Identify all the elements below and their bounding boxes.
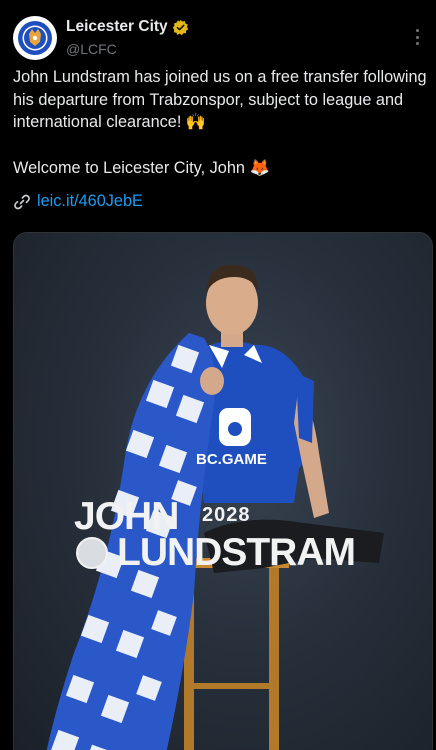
club-crest-icon (76, 537, 108, 569)
post-paragraph-2: Welcome to Leicester City, John 🦊 (13, 158, 270, 177)
verified-badge-icon[interactable] (172, 19, 189, 36)
graphic-last-name: LUNDSTRAM (117, 531, 356, 574)
handle[interactable]: @LCFC (66, 41, 117, 57)
display-name[interactable]: Leicester City (66, 18, 168, 36)
link-icon (13, 193, 31, 211)
leicester-city-crest-icon (16, 19, 54, 57)
post-image[interactable]: BC.GAME JOHN 2028 LUNDSTRAM (13, 232, 433, 750)
post: Leicester City @LCFC John Lundstram has … (0, 0, 436, 750)
shirt-sponsor: BC.GAME (196, 451, 267, 468)
post-link[interactable]: leic.it/460JebE (13, 192, 143, 211)
graphic-year: 2028 (202, 504, 251, 526)
player-photo (46, 264, 384, 750)
avatar[interactable] (13, 16, 57, 60)
stool-rung (189, 683, 274, 689)
link-text[interactable]: leic.it/460JebE (37, 192, 143, 211)
stool-leg-right (269, 563, 279, 750)
post-text: John Lundstram has joined us on a free t… (13, 66, 428, 179)
post-paragraph-1: John Lundstram has joined us on a free t… (13, 68, 427, 131)
more-options-icon[interactable] (408, 26, 426, 48)
